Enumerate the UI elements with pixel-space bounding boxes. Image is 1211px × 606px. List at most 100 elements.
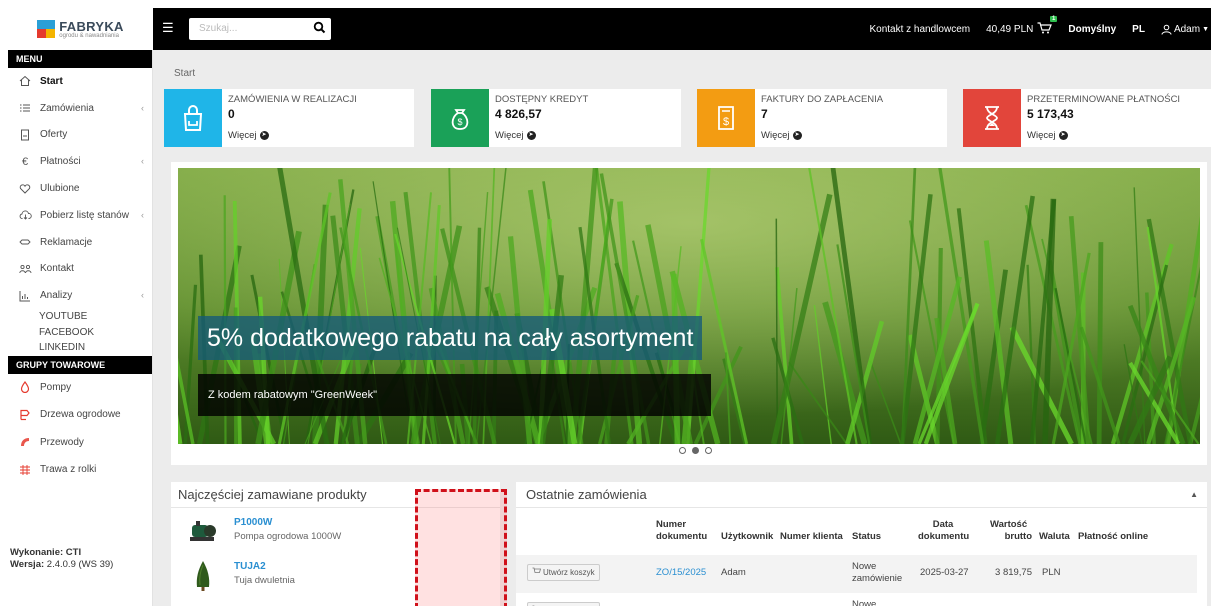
top-bar: FABRYKA ogrodu & nawadniania ☰ Szukaj...… [8,8,1211,50]
logo[interactable]: FABRYKA ogrodu & nawadniania [8,8,153,50]
group-item-label: Drzewa ogrodowe [40,409,121,421]
create-cart-button[interactable]: Utwórz koszyk [527,602,600,606]
user-name: Adam [1173,23,1201,35]
product-name[interactable]: P1000W [234,517,272,528]
col-user: Użytkownik [721,531,774,542]
group-item-2[interactable]: Drzewa ogrodowe [8,401,152,429]
stat-card-value: 4 826,57 [495,107,542,121]
carousel-dot-2[interactable] [692,447,699,454]
user-menu[interactable]: Adam ▼ [1161,24,1209,35]
sidebar-item-3[interactable]: Oferty [8,122,152,149]
sidebar-item-label: Płatności [40,156,81,168]
recent-orders-title: Ostatnie zamówienia [516,482,1207,508]
col-currency: Waluta [1039,531,1070,542]
order-status-line2: zamówienie [852,573,903,584]
sidebar: MENU Start Zamówienia ‹ Oferty € Płatności ‹ Ul… [8,50,153,606]
table-row[interactable]: Utwórz koszykZO/14/2025AdamNowe2025-03-2… [516,593,1197,606]
more-link-label: Więcej [1027,130,1056,141]
stat-card-value: 5 173,43 [1027,107,1074,121]
breadcrumb[interactable]: Start [174,68,195,79]
sidebar-item-label: Kontakt [40,263,74,275]
user-icon [1161,24,1172,35]
banner-subline: Z kodem rabatowym "GreenWeek" [198,374,711,416]
carousel-dot-1[interactable] [679,447,686,454]
order-number-link[interactable]: ZO/15/2025 [656,567,706,579]
contact-sales-link[interactable]: Kontakt z handlowcem [869,24,970,35]
create-cart-label: Utwórz koszyk [543,568,595,577]
cart-button[interactable]: 40,49 PLN 1 [986,15,1058,37]
sidebar-item-7[interactable]: Reklamacje [8,229,152,256]
language-selector[interactable]: PL [1132,24,1145,35]
sidebar-footer: Wykonanie: CTI Wersja: 2.4.0.9 (WS 39) [10,547,113,571]
stat-card-title: ZAMÓWIENIA W REALIZACJI [228,94,357,105]
cart-icon: 1 [1037,15,1058,37]
stat-card-1: ZAMÓWIENIA W REALIZACJI 0 Więcej ➤ [164,89,414,147]
sidebar-link-facebook[interactable]: FACEBOOK [8,325,152,341]
more-link[interactable]: Więcej ➤ [761,130,802,141]
preset-selector[interactable]: Domyślny [1068,24,1116,35]
more-link[interactable]: Więcej ➤ [228,130,269,141]
sidebar-item-label: Ulubione [40,183,80,195]
sidebar-item-2[interactable]: Zamówienia ‹ [8,95,152,122]
group-item-3[interactable]: Przewody [8,429,152,457]
more-link[interactable]: Więcej ➤ [495,130,536,141]
col-doc-number-line2: dokumentu [656,531,708,542]
collapse-caret-icon[interactable]: ▲ [1190,490,1198,499]
invoice-icon: $ [697,89,755,147]
sidebar-item-label: Pobierz listę stanów [40,209,129,221]
heart-icon [18,183,32,195]
cloud-download-icon [18,209,32,221]
col-status: Status [852,531,882,542]
sidebar-item-4[interactable]: € Płatności ‹ [8,148,152,175]
sidebar-item-6[interactable]: Pobierz listę stanów ‹ [8,202,152,229]
chevron-left-icon: ‹ [141,209,144,220]
col-date: Data dokumentu [918,519,970,543]
sidebar-item-5[interactable]: Ulubione [8,175,152,202]
col-client-number: Numer klienta [780,531,843,542]
order-currency: PLN [1042,567,1061,578]
product-description: Tuja dwuletnia [234,575,295,586]
sidebar-item-1[interactable]: Start [8,68,152,95]
group-item-4[interactable]: Trawa z rolki [8,456,152,484]
hamburger-menu-icon[interactable]: ☰ [162,20,174,36]
order-status: Nowe [852,599,876,606]
order-date: 2025-03-27 [920,567,969,578]
svg-text:$: $ [457,117,462,127]
col-value: Wartość brutto [990,519,1032,543]
search-input[interactable]: Szukaj... [189,18,331,40]
sidebar-link-youtube[interactable]: YOUTUBE [8,309,152,325]
sidebar-link-linkedin[interactable]: LINKEDIN [8,340,152,356]
document-icon [18,129,32,141]
banner-slide[interactable]: 5% dodatkowego rabatu na cały asortyment… [178,168,1200,444]
logo-mark-icon [37,20,56,38]
search-icon[interactable] [313,21,326,37]
carousel-dot-3[interactable] [705,447,712,454]
thuja-photo-icon [187,560,219,592]
col-doc-number: Numer dokumentu [656,519,707,543]
sidebar-item-label: Zamówienia [40,102,94,114]
svg-text:$: $ [723,116,729,128]
highlight-overlay [415,489,507,606]
sidebar-item-9[interactable]: Analizy ‹ [8,282,152,309]
table-row[interactable]: Utwórz koszyk ZO/15/2025 Adam Nowe zamówieni… [516,555,1197,593]
col-date-line2: dokumentu [918,531,970,542]
stat-card-2: $ DOSTĘPNY KREDYT 4 826,57 Więcej ➤ [431,89,681,147]
more-link-label: Więcej [495,130,524,141]
group-item-1[interactable]: Pompy [8,374,152,402]
sidebar-item-label: Start [40,75,63,87]
col-doc-number-line1: Numer [656,519,687,530]
create-cart-button[interactable]: Utwórz koszyk [527,564,600,581]
product-description: Pompa ogrodowa 1000W [234,531,342,542]
product-name[interactable]: TUJA2 [234,561,266,572]
chevron-left-icon: ‹ [141,102,144,113]
sidebar-item-8[interactable]: Kontakt [8,256,152,283]
made-by: Wykonanie: CTI [10,547,82,558]
product-groups-header: GRUPY TOWAROWE [8,355,152,374]
carousel-indicators [679,447,718,454]
arrow-circle-right-icon: ➤ [792,131,802,140]
chevron-left-icon: ‹ [141,156,144,167]
more-link[interactable]: Więcej ➤ [1027,130,1068,141]
sidebar-item-label: Oferty [40,129,68,141]
order-value: 3 819,75 [995,567,1032,578]
stat-card-3: $ FAKTURY DO ZAPŁACENIA 7 Więcej ➤ [697,89,947,147]
